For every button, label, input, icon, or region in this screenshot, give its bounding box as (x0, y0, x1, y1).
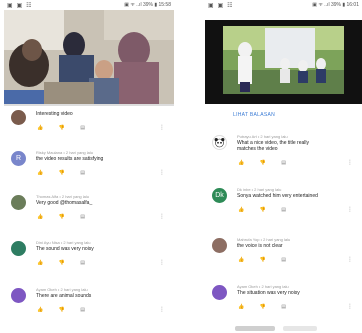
video-player[interactable] (205, 20, 362, 104)
reply-icon[interactable]: ▤ (80, 214, 85, 220)
like-icon[interactable]: 👍 (37, 214, 43, 220)
comment-item: Putrayu Art • 2 hari yang lalu What a ni… (205, 130, 362, 170)
left-phone-screen: ▣ ▣ ☷ ▣ ᯤ ..ıl 39% ▮ 15:58 Interesting v… (4, 0, 174, 333)
more-options-icon[interactable]: ⋮ (347, 303, 353, 310)
comment-actions: 👍 👎 ▤ (37, 214, 99, 220)
more-options-icon[interactable]: ⋮ (347, 256, 353, 263)
dislike-icon[interactable]: 👎 (59, 260, 65, 266)
reply-icon[interactable]: ▤ (281, 160, 286, 166)
comment-actions: 👍 👎 ▤ (37, 260, 99, 266)
reply-icon[interactable]: ▤ (281, 257, 286, 263)
comment-item: Dini Ayu Nisa • 2 hari yang lalu The sou… (4, 236, 174, 276)
dislike-icon[interactable]: 👎 (260, 304, 266, 310)
right-phone-screen: ▣ ▣ ☷ ▣ ᯤ ..ıl 39% ▮ 16:01 LIHAT BALASAN (205, 0, 362, 333)
more-options-icon[interactable]: ⋮ (347, 159, 353, 166)
comment-meta: Dk inbe • 2 hari yang lalu (237, 187, 282, 192)
more-options-icon[interactable]: ⋮ (159, 124, 165, 131)
comment-item: Dk Dk inbe • 2 hari yang lalu Sonya watc… (205, 183, 362, 223)
comment-meta: Putrayu Art • 2 hari yang lalu (237, 134, 288, 139)
avatar[interactable] (11, 241, 26, 256)
more-options-icon[interactable]: ⋮ (159, 213, 165, 220)
comment-meta: Thomas Alfa • 2 hari yang lalu (36, 194, 89, 199)
comment-item: Mahrufa Yop • 2 hari yang lalu the voice… (205, 233, 362, 273)
comment-meta: Mahrufa Yop • 2 hari yang lalu (237, 237, 291, 242)
reply-icon[interactable]: ▤ (281, 207, 286, 213)
view-replies-link[interactable]: LIHAT BALASAN (233, 112, 275, 118)
comment-meta: Ayam Okeh • 2 hari yang lalu (36, 287, 88, 292)
comment-actions: 👍 👎 ▤ (238, 160, 300, 166)
comment-item: Thomas Alfa • 2 hari yang lalu Very good… (4, 190, 174, 230)
avatar[interactable] (212, 135, 227, 150)
avatar[interactable] (212, 285, 227, 300)
avatar[interactable] (11, 195, 26, 210)
comment-text: Very good @thomasalfa_ (36, 200, 93, 206)
like-icon[interactable]: 👍 (238, 257, 244, 263)
more-options-icon[interactable]: ⋮ (159, 306, 165, 313)
comment-actions: 👍 👎 ▤ (238, 304, 300, 310)
comment-meta: Ayam Okeh • 2 hari yang lalu (237, 284, 289, 289)
comment-text: Interesting video (36, 111, 73, 117)
more-options-icon[interactable]: ⋮ (159, 169, 165, 176)
comment-item: Ayam Okeh • 2 hari yang lalu There are a… (4, 283, 174, 323)
comment-item: Ayam Okeh • 2 hari yang lalu The situati… (205, 280, 362, 320)
comment-text-continued: matches the video (237, 146, 278, 152)
dislike-icon[interactable]: 👎 (260, 160, 266, 166)
status-readout: ▣ ᯤ ..ıl 39% ▮ 15:58 (124, 2, 171, 8)
reply-icon[interactable]: ▤ (80, 307, 85, 313)
like-icon[interactable]: 👍 (37, 170, 43, 176)
dislike-icon[interactable]: 👎 (59, 125, 65, 131)
comment-text: The situation was very noisy (237, 290, 300, 296)
video-frame-classroom (4, 10, 174, 104)
video-frame-school-corridor (205, 20, 362, 104)
status-readout: ▣ ᯤ ..ıl 39% ▮ 16:01 (312, 2, 359, 8)
comment-text: the voice is not clear (237, 243, 283, 249)
comment-actions: 👍 👎 ▤ (238, 207, 300, 213)
like-icon[interactable]: 👍 (37, 260, 43, 266)
more-options-icon[interactable]: ⋮ (159, 259, 165, 266)
video-player[interactable] (4, 10, 174, 104)
reply-input-placeholder[interactable] (283, 326, 317, 331)
comment-actions: 👍 👎 ▤ (37, 170, 99, 176)
dislike-icon[interactable]: 👎 (59, 307, 65, 313)
status-bar: ▣ ▣ ☷ ▣ ᯤ ..ıl 39% ▮ 16:01 (205, 0, 362, 10)
avatar[interactable] (11, 288, 26, 303)
more-options-icon[interactable]: ⋮ (347, 206, 353, 213)
like-icon[interactable]: 👍 (238, 207, 244, 213)
comment-item: R Risky Maulana • 2 hari yang lalu the v… (4, 146, 174, 186)
comment-text: the video results are satisfying (36, 156, 104, 162)
comment-meta: Dini Ayu Nisa • 2 hari yang lalu (36, 240, 91, 245)
comment-item: Interesting video 👍 👎 ▤ ⋮ (4, 105, 174, 145)
dislike-icon[interactable]: 👎 (260, 207, 266, 213)
reply-input-placeholder[interactable] (235, 326, 275, 331)
like-icon[interactable]: 👍 (37, 307, 43, 313)
dislike-icon[interactable]: 👎 (59, 170, 65, 176)
avatar[interactable]: Dk (212, 188, 227, 203)
comment-actions: 👍 👎 ▤ (37, 125, 99, 131)
comment-actions: 👍 👎 ▤ (37, 307, 99, 313)
avatar[interactable] (212, 238, 227, 253)
panda-avatar-icon (214, 138, 225, 148)
comment-text: The sound was very noisy (36, 246, 94, 252)
notification-icons: ▣ ▣ ☷ (208, 2, 234, 9)
notification-icons: ▣ ▣ ☷ (7, 2, 33, 9)
like-icon[interactable]: 👍 (238, 160, 244, 166)
avatar[interactable] (11, 110, 26, 125)
comment-actions: 👍 👎 ▤ (238, 257, 300, 263)
comment-text: Sonya watched him very entertained (237, 193, 318, 199)
reply-icon[interactable]: ▤ (281, 304, 286, 310)
status-bar: ▣ ▣ ☷ ▣ ᯤ ..ıl 39% ▮ 15:58 (4, 0, 174, 10)
reply-icon[interactable]: ▤ (80, 260, 85, 266)
comment-meta: Risky Maulana • 2 hari yang lalu (36, 150, 93, 155)
comment-text: There are animal sounds (36, 293, 92, 299)
dislike-icon[interactable]: 👎 (59, 214, 65, 220)
avatar[interactable]: R (11, 151, 26, 166)
reply-icon[interactable]: ▤ (80, 125, 85, 131)
like-icon[interactable]: 👍 (37, 125, 43, 131)
like-icon[interactable]: 👍 (238, 304, 244, 310)
dislike-icon[interactable]: 👎 (260, 257, 266, 263)
reply-icon[interactable]: ▤ (80, 170, 85, 176)
